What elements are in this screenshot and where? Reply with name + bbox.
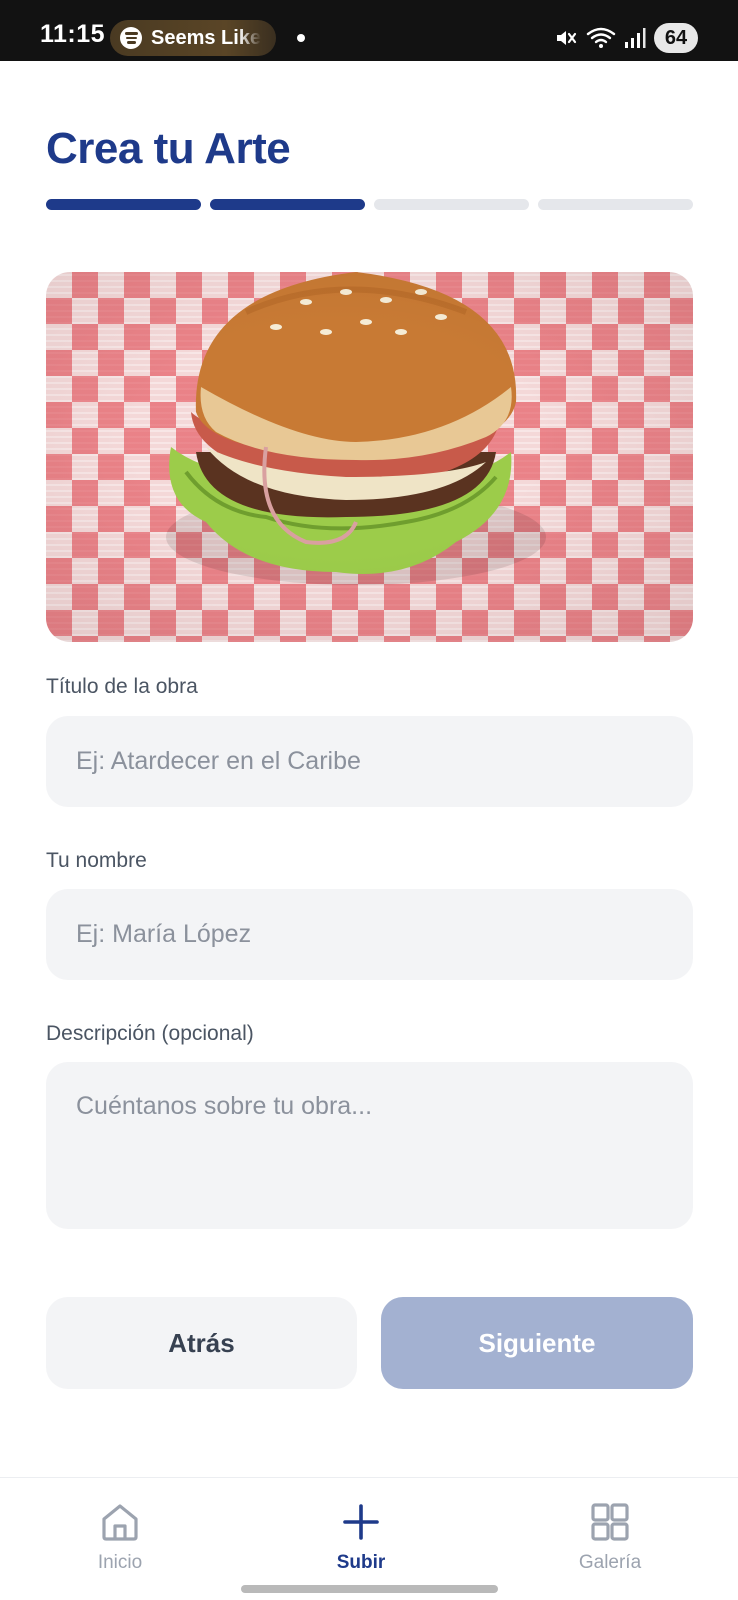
page-title: Crea tu Arte <box>46 124 291 173</box>
status-icons: 64 <box>554 20 698 56</box>
nav-label-galeria: Galería <box>578 1552 642 1573</box>
status-bar: 11:15 Seems Like 64 <box>0 0 738 61</box>
description-textarea[interactable] <box>46 1062 693 1229</box>
back-button[interactable]: Atrás <box>46 1297 357 1389</box>
name-label: Tu nombre <box>46 849 147 872</box>
description-label: Descripción (opcional) <box>46 1022 254 1045</box>
plus-icon <box>343 1504 379 1540</box>
nav-label-subir: Subir <box>336 1552 386 1573</box>
progress-step-4 <box>538 199 693 210</box>
bottom-nav: Inicio Subir Galería <box>0 1477 738 1600</box>
artwork-preview-image <box>46 272 693 642</box>
nav-item-inicio[interactable]: Inicio <box>40 1500 200 1574</box>
spotify-icon <box>120 27 142 49</box>
signal-icon <box>625 28 646 48</box>
wifi-icon <box>586 27 616 48</box>
name-input[interactable] <box>46 889 693 980</box>
status-time: 11:15 <box>40 20 106 48</box>
progress-step-2 <box>210 199 365 210</box>
next-button[interactable]: Siguiente <box>381 1297 693 1389</box>
notification-dot-icon <box>297 34 305 42</box>
title-label: Título de la obra <box>46 675 198 698</box>
media-text: Seems Like <box>151 26 262 49</box>
home-icon <box>102 1504 138 1541</box>
nav-item-galeria[interactable]: Galería <box>530 1500 690 1574</box>
grid-icon <box>591 1503 629 1541</box>
battery-icon: 64 <box>654 23 698 53</box>
mute-icon <box>557 31 577 45</box>
preview-shade <box>46 272 693 642</box>
nav-label-inicio: Inicio <box>97 1552 143 1573</box>
title-input[interactable] <box>46 716 693 807</box>
progress-step-1 <box>46 199 201 210</box>
home-indicator[interactable] <box>241 1585 498 1593</box>
progress-step-3 <box>374 199 529 210</box>
media-pill[interactable]: Seems Like <box>110 20 276 56</box>
nav-item-subir[interactable]: Subir <box>281 1500 441 1574</box>
step-progress <box>46 199 693 210</box>
